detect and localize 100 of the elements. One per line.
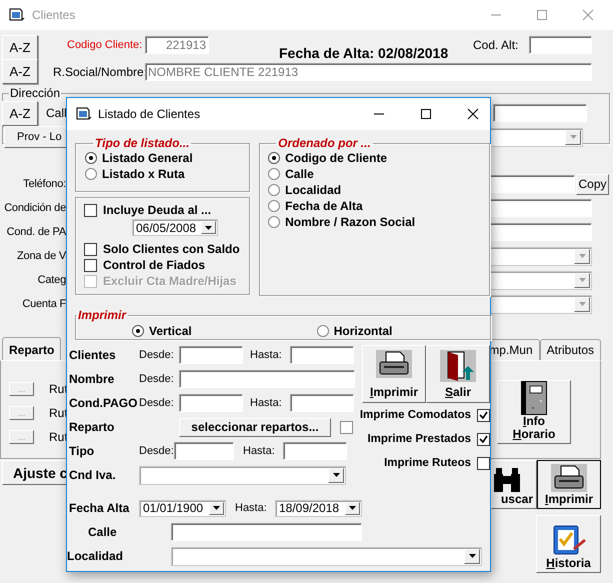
from-field[interactable] [179, 394, 243, 412]
caret-icon [468, 554, 476, 558]
caret-icon [570, 135, 576, 139]
code-field[interactable]: 221913 [145, 36, 209, 54]
locality-dropdown[interactable] [171, 546, 482, 566]
to-field[interactable] [290, 394, 354, 412]
caret-icon [578, 254, 586, 258]
window-title: Listado de Clientes [98, 107, 200, 121]
search-button[interactable]: uscar [491, 460, 537, 509]
field-label: Desde: [139, 445, 174, 457]
exit-door-icon [440, 350, 476, 382]
field-label: Calle [87, 525, 118, 539]
window-icon [9, 8, 25, 22]
from-field[interactable] [179, 346, 243, 364]
group-label: Imprimir [77, 308, 128, 322]
radio-button[interactable] [268, 168, 280, 180]
checkbox[interactable] [477, 456, 490, 470]
date-picker[interactable]: 06/05/2008 [132, 219, 218, 236]
caret-icon [332, 473, 340, 477]
field-label: Cond.PAGO [68, 396, 138, 410]
field-label: Desde: [139, 397, 175, 409]
checkbox-label: Excluir Cta Madre/Hijas [103, 274, 236, 288]
field-label: Localidad [67, 549, 124, 563]
option-label: Nombre / Razon Social [285, 215, 416, 229]
sort-button[interactable]: A-Z [2, 100, 38, 126]
caret-icon [349, 506, 356, 510]
history-button[interactable]: Historia [536, 515, 601, 573]
option-label: Vertical [149, 324, 192, 338]
printer-icon [376, 350, 412, 378]
field-label: Reparto [68, 420, 116, 434]
window-title: Clientes [32, 8, 76, 22]
checkbox[interactable] [477, 432, 490, 446]
select-button[interactable]: seleccionar repartos... [179, 418, 331, 436]
print-button[interactable]: Imprimir [537, 460, 601, 509]
option-label: Codigo de Cliente [285, 151, 388, 165]
printer-icon [551, 464, 587, 492]
sort-button[interactable]: A-Z [2, 59, 38, 84]
checkbox-label: Solo Clientes con Saldo [103, 242, 240, 256]
field-label: Categ [36, 274, 66, 286]
field-label: Tipo [68, 444, 96, 458]
caret-icon [205, 226, 212, 230]
date-text: Fecha de Alta: 02/08/2018 [279, 44, 450, 60]
checkmark-icon [479, 410, 488, 420]
field-label: Cnd Iva. [68, 468, 117, 482]
name-field[interactable]: NOMBRE CLIENTE 221913 [145, 62, 592, 80]
maximize-button[interactable] [420, 108, 432, 120]
checkmark-icon [479, 434, 488, 444]
option-label: Horizontal [334, 324, 392, 338]
checkbox[interactable] [84, 204, 97, 216]
checkbox-label: Control de Fiados [103, 258, 205, 272]
code-field[interactable] [529, 36, 592, 54]
checkbox[interactable] [477, 408, 490, 422]
field-label: Nombre [68, 372, 116, 386]
tab[interactable]: Atributos [540, 339, 601, 360]
checkbox[interactable] [340, 420, 353, 434]
checkbox[interactable] [84, 242, 97, 256]
action-button[interactable]: Imprimir [362, 345, 426, 403]
field-label: Cond. de PA [6, 226, 66, 238]
street-field[interactable] [171, 523, 362, 541]
tab[interactable]: Reparto [2, 337, 62, 360]
caret-icon [213, 506, 220, 510]
field-label: Hasta: [235, 502, 268, 514]
field-label: Teléfono: [22, 178, 66, 190]
window-icon [76, 107, 92, 121]
field-label: Cuenta F [21, 298, 66, 310]
radio-button[interactable] [268, 200, 280, 212]
field-label: Hasta: [243, 445, 276, 457]
group-label: Dirección [9, 86, 62, 100]
field-label: Desde: [139, 349, 175, 361]
sort-button[interactable]: A-Z [2, 35, 38, 60]
option-label: Listado General [102, 151, 193, 165]
info-button[interactable]: Info Horario [497, 380, 571, 444]
from-field[interactable] [179, 370, 355, 388]
radio-button[interactable] [268, 216, 280, 228]
action-button[interactable]: Salir [426, 345, 490, 403]
close-button[interactable] [467, 108, 479, 120]
street-field[interactable] [493, 104, 587, 122]
field-label: Clientes [68, 348, 117, 362]
radio-button[interactable] [132, 324, 144, 336]
radio-button[interactable] [85, 168, 97, 180]
radio-button[interactable] [85, 152, 97, 164]
option-label: Localidad [285, 183, 342, 197]
field-label: R.Social/Nombre: [53, 64, 145, 78]
dropdown-field[interactable] [139, 466, 346, 484]
date-picker[interactable]: 18/09/2018 [275, 500, 362, 516]
to-field[interactable] [290, 346, 354, 364]
caret-icon [578, 278, 586, 282]
notebook-icon [521, 381, 547, 415]
field-label: Fecha Alta [68, 501, 130, 515]
to-field[interactable] [283, 442, 347, 460]
radio-button[interactable] [268, 184, 280, 196]
checkbox[interactable] [84, 258, 97, 272]
checkbox-label: Imprime Comodatos [360, 409, 471, 421]
radio-button[interactable] [316, 324, 329, 336]
from-field[interactable] [174, 442, 234, 460]
option-label: Listado x Ruta [102, 167, 185, 181]
date-picker[interactable]: 01/01/1900 [139, 500, 226, 516]
copy-button[interactable]: Copy [576, 174, 609, 194]
field-label: Condición de [3, 202, 66, 214]
radio-button[interactable] [268, 152, 280, 164]
